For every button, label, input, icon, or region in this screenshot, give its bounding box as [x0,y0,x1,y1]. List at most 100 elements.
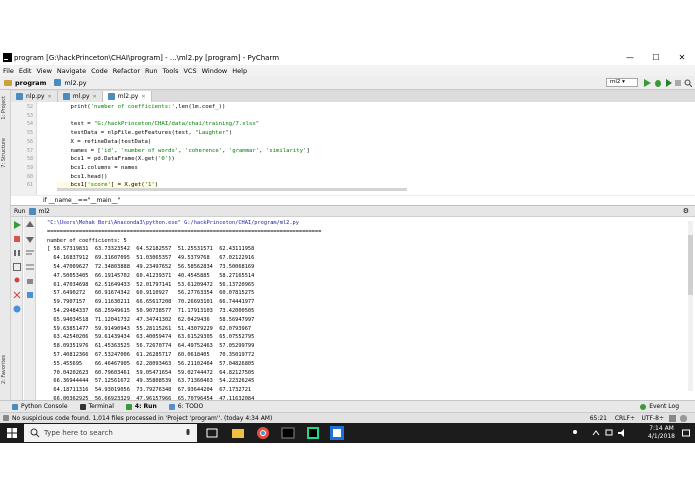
menu-file[interactable]: File [3,67,14,75]
event-log-tab[interactable]: Event Log [640,403,679,410]
gear-icon[interactable]: ⚙ [683,207,689,215]
menu-tools[interactable]: Tools [162,67,178,75]
windows-start-icon[interactable] [7,428,17,438]
down-arrow-icon[interactable] [26,235,34,243]
code-line[interactable]: names = ['id', 'number of words', 'coher… [57,148,309,154]
run-tab[interactable]: 4: Run [125,403,157,410]
nav-crumb-file[interactable]: ml2.py [54,79,87,87]
line-separator[interactable]: CRLF÷ [615,415,635,422]
console-scrollbar-thumb[interactable] [688,235,693,295]
file-encoding[interactable]: UTF-8÷ [641,415,664,422]
rerun-icon[interactable] [13,221,21,229]
code-line[interactable]: bcs1.head() [57,174,107,180]
clear-icon[interactable] [26,291,34,299]
coverage-icon[interactable] [665,79,673,87]
menu-bar: File Edit View Navigate Code Refactor Ru… [0,65,695,76]
code-editor[interactable]: 52 53 54 55 56 57 58 59 60 61 print('number of co… [11,102,695,205]
maximize-button[interactable]: ☐ [643,50,669,65]
line-number: 52 [26,104,33,110]
menu-run[interactable]: Run [145,67,157,75]
run-console[interactable]: "C:\Users\Mehak Beri\Anaconda3\python.ex… [37,217,695,400]
todo-tab[interactable]: 6: TODO [168,403,203,410]
python-file-icon [107,93,115,100]
pause-icon[interactable] [13,249,21,257]
command-prompt-icon[interactable] [281,426,295,440]
run-config-select[interactable]: ml2 ▾ [606,78,638,87]
pycharm-taskbar-icon[interactable] [306,426,320,440]
menu-refactor[interactable]: Refactor [113,67,140,75]
inspector-icon[interactable] [680,414,687,422]
caret-position[interactable]: 65:21 [590,415,607,422]
search-icon[interactable] [684,79,692,87]
print-icon[interactable] [26,277,34,285]
code-line[interactable]: bcs1.columns = names [57,165,137,171]
lock-icon[interactable] [669,414,676,422]
python-console-tab[interactable]: Python Console [12,403,68,410]
system-clock[interactable]: 7:14 AM 4/1/2018 [648,425,675,441]
chrome-icon[interactable] [256,426,270,440]
scroll-end-icon[interactable] [26,263,34,271]
left-tool-strip: 1: Project 7: Structure 2: Favorites [0,90,11,400]
task-view-icon[interactable] [205,426,219,440]
close-tab-icon[interactable]: ✕ [93,94,97,100]
python-file-icon [62,93,70,100]
microphone-icon[interactable] [185,428,191,438]
help-icon[interactable] [13,305,21,313]
minimize-button[interactable]: — [617,50,643,65]
menu-navigate[interactable]: Navigate [57,67,86,75]
menu-edit[interactable]: Edit [19,67,32,75]
network-icon[interactable] [605,429,613,437]
code-line[interactable]: testData = nlpFile.getFeatures(test, "La… [57,130,232,136]
console-line: 65.94034518 71.12041732 47.34741302 62.0… [47,316,255,323]
stop-icon[interactable] [674,79,682,87]
volume-icon[interactable] [618,429,626,437]
structure-tool-tab[interactable]: 7: Structure [1,138,7,168]
menu-code[interactable]: Code [91,67,108,75]
close-tab-icon[interactable]: ✕ [48,94,52,100]
code-line[interactable]: X = refineData(testData) [57,139,151,145]
console-line: 64.18711316 54.93019056 73.79276348 67.9… [47,387,252,394]
nav-crumb-project[interactable]: program [4,79,46,87]
debug-icon[interactable] [654,79,662,87]
console-line: ========================================… [47,228,322,235]
project-tool-tab[interactable]: 1: Project [1,96,7,120]
code-line[interactable]: print('number of coefficients:',len(lm.c… [57,104,225,110]
stop-icon[interactable] [13,235,21,243]
menu-view[interactable]: View [36,67,51,75]
notifications-icon[interactable] [682,429,690,437]
tab-label: ml.py [72,93,90,100]
terminal-tab[interactable]: Terminal [79,403,114,410]
tab-label: nlp.py [26,93,45,100]
code-line[interactable]: test = "G:/hackPrinceton/CHAI/data/chai/… [57,121,259,127]
people-icon[interactable] [571,429,579,437]
taskbar-search-box[interactable]: Type here to search [24,424,197,442]
pin-icon[interactable] [13,277,21,285]
layout-icon[interactable] [13,263,21,271]
tab-ml[interactable]: ml.py ✕ [57,91,103,102]
tab-ml2[interactable]: ml2.py ✕ [102,91,152,102]
up-arrow-icon[interactable] [26,221,34,229]
close-button[interactable]: ✕ [669,50,695,65]
python-file-icon [54,79,62,86]
menu-window[interactable]: Window [202,67,228,75]
chevron-up-icon[interactable] [592,429,600,437]
code-line[interactable]: bcs1 = pd.DataFrame(X.get('0')) [57,156,174,162]
console-line: 55.455695 66.46467905 62.28093463 56.211… [47,360,255,367]
tab-nlp[interactable]: nlp.py ✕ [11,91,58,102]
console-line: 57.6490272 60.91674342 60.9110927 56.277… [47,290,255,297]
line-number: 59 [26,164,33,171]
active-app-icon[interactable] [330,426,344,440]
status-message[interactable]: No suspicious code found. 1,014 files pr… [12,415,272,422]
run-icon[interactable] [643,79,651,87]
window-title: program [G:\hackPrinceton\CHAI\program] … [14,53,280,62]
menu-vcs[interactable]: VCS [183,67,196,75]
menu-help[interactable]: Help [232,67,247,75]
favorites-tool-tab[interactable]: 2: Favorites [1,355,7,384]
file-explorer-icon[interactable] [231,426,245,440]
window-title-bar: program [G:\hackPrinceton\CHAI\program] … [0,50,695,65]
editor-horizontal-scrollbar[interactable] [57,188,407,191]
soft-wrap-icon[interactable] [26,249,34,257]
code-breadcrumb[interactable]: if __name__=="__main__" [11,195,695,205]
close-panel-icon[interactable] [13,291,21,299]
close-tab-icon[interactable]: ✕ [141,94,145,100]
